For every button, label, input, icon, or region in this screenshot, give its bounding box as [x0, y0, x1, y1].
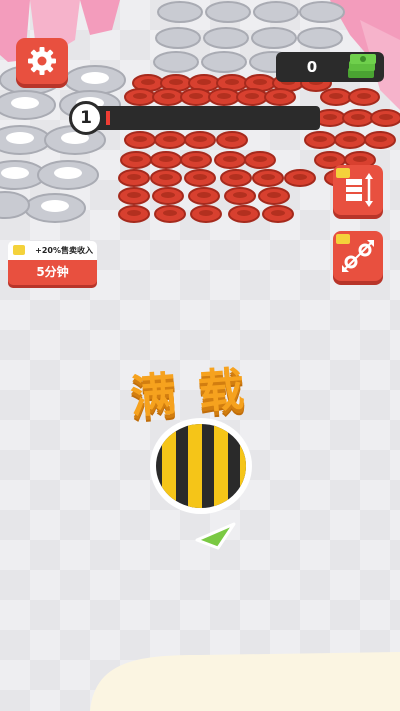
red-tire-hole [329, 93, 343, 99]
red-tire-hole [357, 93, 371, 99]
red-tire-hole [189, 156, 203, 162]
red-tire-hole [353, 156, 367, 162]
red-tire-hole [343, 136, 357, 142]
level-progress-bar [92, 106, 320, 130]
red-tire-hole [233, 192, 247, 198]
red-tire-hole [293, 174, 307, 180]
level-progress-fill [106, 111, 110, 125]
red-tire-hole [193, 136, 207, 142]
gear-icon [28, 47, 56, 75]
red-tire-hole [127, 192, 141, 198]
red-tire-hole [197, 79, 211, 85]
level-badge: 1 [69, 101, 103, 135]
red-tire-hole [159, 174, 173, 180]
red-tire-hole [237, 210, 251, 216]
red-tire-hole [379, 114, 393, 120]
money-value: 0 [306, 58, 318, 76]
red-tire-hole [127, 210, 141, 216]
money-counter: 0 [276, 52, 384, 82]
red-tire-hole [129, 156, 143, 162]
red-tire-hole [141, 79, 155, 85]
red-tire-hole [189, 93, 203, 99]
video-ad-icon [13, 245, 25, 255]
red-tire-hole [199, 210, 213, 216]
red-tire-hole [225, 136, 239, 142]
red-tire-hole [323, 156, 337, 162]
settings-button[interactable] [16, 38, 68, 84]
red-tire-hole [161, 93, 175, 99]
cash-stack-icon [348, 54, 376, 78]
red-tire-hole [197, 192, 211, 198]
red-tire-hole [261, 174, 275, 180]
red-tire-hole [273, 93, 287, 99]
red-tire-hole [133, 136, 147, 142]
sand-area [90, 652, 400, 711]
red-tire-hole [229, 174, 243, 180]
red-tire-hole [373, 136, 387, 142]
red-tire-hole [267, 192, 281, 198]
speed-upgrade-icon [342, 240, 374, 272]
red-tire-hole [313, 136, 327, 142]
red-tire-hole [159, 156, 173, 162]
red-tire-hole [193, 174, 207, 180]
red-tire-hole [217, 93, 231, 99]
red-tire-hole [163, 136, 177, 142]
red-tire-hole [161, 192, 175, 198]
red-tire-hole [323, 114, 337, 120]
red-tire-hole [253, 79, 267, 85]
bonus-duration: 5分钟 [8, 260, 97, 285]
income-bonus-button[interactable]: +20%售卖收入 5分钟 [8, 241, 97, 285]
red-tire-hole [253, 156, 267, 162]
red-tire-hole [127, 174, 141, 180]
red-tire-hole [271, 210, 285, 216]
red-tire-hole [223, 156, 237, 162]
capacity-upgrade-button[interactable] [333, 165, 383, 215]
red-tire-hole [163, 210, 177, 216]
full-load-status-text: 满载 [128, 360, 268, 424]
capacity-upgrade-icon [346, 173, 373, 207]
red-tire-hole [351, 114, 365, 120]
red-tire-hole [245, 93, 259, 99]
red-tire-hole [133, 93, 147, 99]
red-tire-hole [225, 79, 239, 85]
red-tire-hole [169, 79, 183, 85]
speed-upgrade-button[interactable] [333, 231, 383, 281]
